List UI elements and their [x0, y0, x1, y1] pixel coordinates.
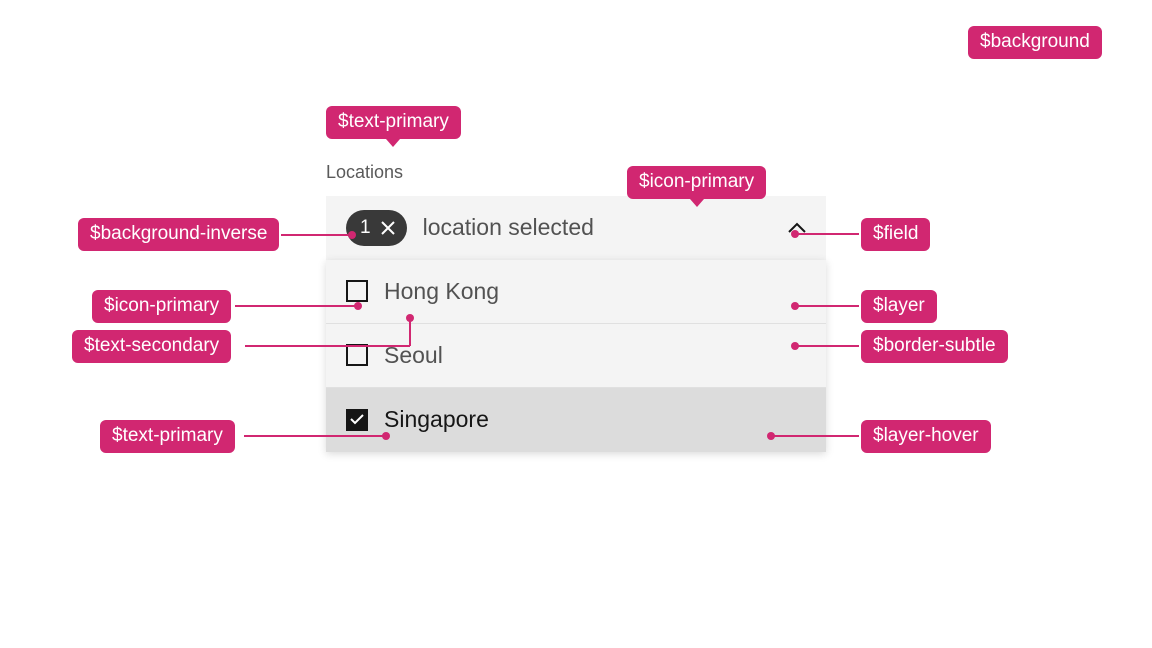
- dropdown-summary: location selected: [423, 214, 772, 241]
- token-annotation: $text-primary: [326, 106, 461, 139]
- connector-line: [245, 345, 410, 347]
- connector-dot: [791, 302, 799, 310]
- connector-dot: [406, 314, 414, 322]
- selection-count: 1: [360, 217, 371, 239]
- dropdown-option[interactable]: Seoul: [326, 324, 826, 388]
- checkbox-icon[interactable]: [346, 344, 368, 366]
- checkbox-checked-icon[interactable]: [346, 409, 368, 431]
- connector-line: [244, 435, 384, 437]
- connector-line: [235, 305, 356, 307]
- connector-line: [795, 305, 859, 307]
- connector-line: [771, 435, 859, 437]
- connector-dot: [791, 342, 799, 350]
- token-annotation: $text-secondary: [72, 330, 231, 363]
- close-icon[interactable]: [381, 221, 395, 235]
- connector-line: [795, 345, 859, 347]
- token-annotation: $border-subtle: [861, 330, 1008, 363]
- connector-dot: [767, 432, 775, 440]
- checkbox-icon[interactable]: [346, 280, 368, 302]
- token-annotation: $layer: [861, 290, 937, 323]
- connector-dot: [348, 231, 356, 239]
- token-annotation: $icon-primary: [92, 290, 231, 323]
- connector-dot: [382, 432, 390, 440]
- dropdown-listbox: Hong Kong Seoul Singapore: [326, 260, 826, 452]
- dropdown-option[interactable]: Hong Kong: [326, 260, 826, 324]
- connector-dot: [354, 302, 362, 310]
- token-annotation: $text-primary: [100, 420, 235, 453]
- connector-line: [409, 318, 411, 346]
- connector-dot: [791, 230, 799, 238]
- token-annotation: $icon-primary: [627, 166, 766, 199]
- connector-line: [795, 233, 859, 235]
- token-annotation: $field: [861, 218, 930, 251]
- dropdown-option[interactable]: Singapore: [326, 388, 826, 452]
- token-annotation: $background-inverse: [78, 218, 279, 251]
- token-annotation: $background: [968, 26, 1102, 59]
- dropdown-field[interactable]: 1 location selected: [326, 196, 826, 260]
- option-label: Singapore: [384, 406, 489, 433]
- option-label: Hong Kong: [384, 278, 499, 305]
- token-annotation: $layer-hover: [861, 420, 991, 453]
- connector-line: [281, 234, 348, 236]
- multiselect-dropdown: Locations 1 location selected Hong Kong …: [326, 162, 826, 452]
- selection-tag[interactable]: 1: [346, 210, 407, 246]
